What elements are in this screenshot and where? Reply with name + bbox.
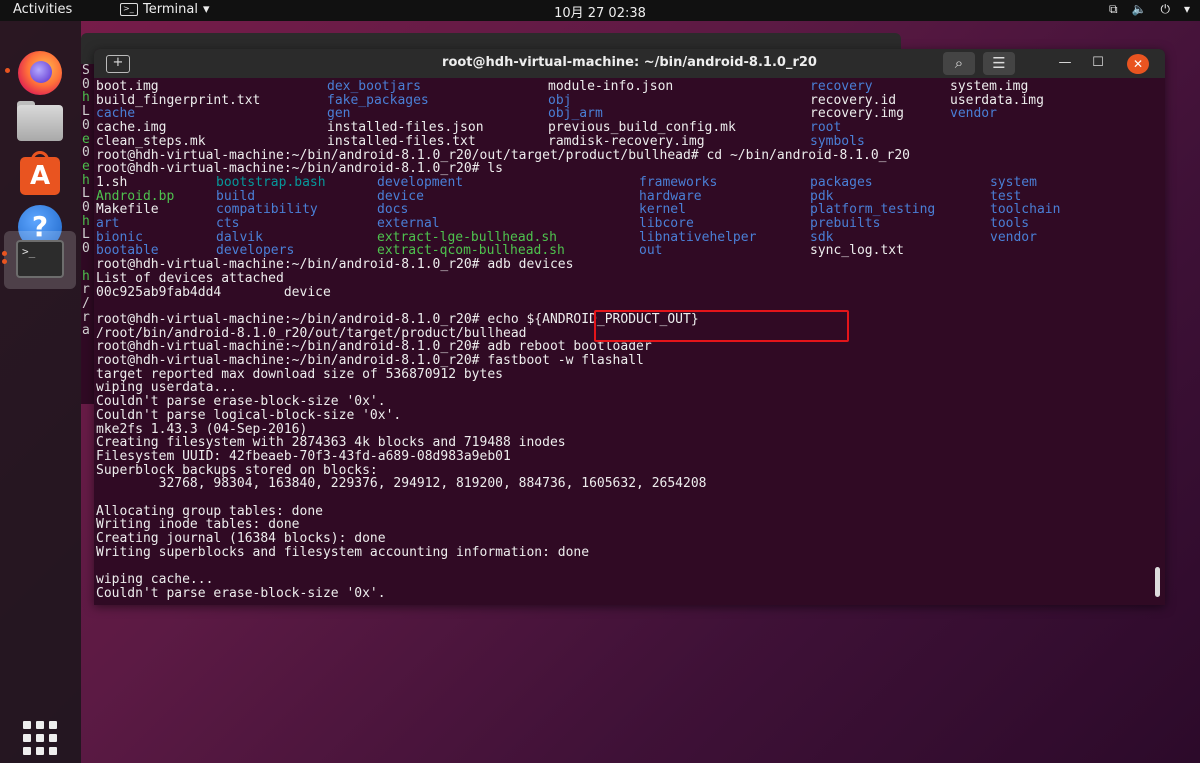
- file-entry: tools: [990, 216, 1030, 231]
- clock[interactable]: 10月 27 02:38: [554, 6, 646, 21]
- terminal-icon[interactable]: >_: [2, 231, 76, 289]
- terminal-line: Couldn't parse erase-block-size '0x'.: [96, 585, 386, 601]
- file-entry: recovery: [810, 79, 873, 94]
- terminal-line: 00c925ab9fab4dd4 device: [96, 284, 331, 300]
- close-button[interactable]: ✕: [1127, 54, 1149, 74]
- dock: A ? >_: [0, 21, 81, 763]
- file-entry: system.img: [950, 79, 1029, 94]
- file-entry: module-info.json: [548, 79, 674, 94]
- file-entry: libcore: [639, 216, 694, 231]
- file-entry: vendor: [950, 106, 997, 122]
- ubuntu-software-icon[interactable]: A: [14, 149, 66, 201]
- terminal-output[interactable]: boot.img dex_bootjars module-info.json reco…: [94, 80, 1152, 605]
- file-entry: clean_steps.mk: [96, 133, 206, 149]
- file-entry: symbols: [810, 133, 865, 149]
- file-entry: frameworks: [639, 174, 718, 190]
- terminal-line: Filesystem UUID: 42fbeaeb-70f3-43fd-a689…: [96, 448, 511, 464]
- terminal-line: 32768, 98304, 163840, 229376, 294912, 81…: [96, 476, 707, 492]
- network-icon: ⧉: [1108, 2, 1118, 16]
- file-entry: bootstrap.bash: [216, 174, 326, 190]
- file-entry: installed-files.json: [327, 120, 484, 136]
- file-entry: vendor: [990, 229, 1037, 245]
- file-entry: 1.sh: [96, 174, 128, 190]
- file-entry: art: [96, 216, 120, 231]
- terminal-window[interactable]: + root@hdh-virtual-machine: ~/bin/androi…: [94, 49, 1165, 605]
- file-entry: ramdisk-recovery.img: [548, 133, 705, 149]
- chevron-down-icon: ▾: [202, 2, 210, 17]
- file-entry: previous_build_config.mk: [548, 120, 736, 136]
- terminal-line: List of devices attached: [96, 270, 284, 286]
- terminal-line: root@hdh-virtual-machine:~/bin/android-8…: [96, 353, 644, 368]
- terminal-line: root@hdh-virtual-machine:~/bin/android-8…: [96, 257, 574, 273]
- title-bar[interactable]: + root@hdh-virtual-machine: ~/bin/androi…: [94, 49, 1165, 78]
- file-entry: sync_log.txt: [810, 243, 904, 259]
- volume-icon: 🔈: [1131, 2, 1147, 16]
- file-entry: out: [639, 243, 663, 259]
- running-indicator: [2, 251, 7, 256]
- chevron-down-icon: ▾: [1183, 2, 1190, 16]
- show-applications-icon[interactable]: [23, 721, 57, 755]
- terminal-line: Couldn't parse logical-block-size '0x'.: [96, 407, 402, 423]
- terminal-line: Couldn't parse erase-block-size '0x'.: [96, 394, 386, 410]
- file-entry: packages: [810, 174, 873, 190]
- terminal-line: Creating journal (16384 blocks): done: [96, 531, 386, 547]
- app-menu-label: Terminal: [143, 2, 198, 17]
- file-entry: system: [990, 174, 1037, 190]
- file-entry: boot.img: [96, 79, 159, 94]
- file-entry: development: [377, 174, 464, 190]
- minimize-button[interactable]: —: [1054, 53, 1076, 75]
- menu-button[interactable]: ☰: [983, 52, 1015, 75]
- power-icon: ⏻: [1160, 2, 1170, 16]
- terminal-line: Writing superblocks and filesystem accou…: [96, 544, 590, 560]
- hamburger-icon: ☰: [992, 54, 1006, 72]
- search-icon: ⌕: [954, 54, 964, 72]
- running-indicator: [5, 68, 10, 73]
- files-icon[interactable]: [14, 97, 66, 149]
- search-button[interactable]: ⌕: [943, 52, 975, 75]
- scrollbar[interactable]: [1155, 567, 1160, 597]
- file-entry: root: [810, 120, 842, 136]
- app-menu-terminal[interactable]: >_ Terminal ▾: [120, 2, 209, 17]
- file-entry: dex_bootjars: [327, 79, 421, 94]
- file-entry: cts: [216, 216, 240, 231]
- top-bar: Activities >_ Terminal ▾ 10月 27 02:38 ⧉ …: [0, 0, 1200, 21]
- file-entry: cache.img: [96, 120, 167, 136]
- terminal-icon: >_: [120, 3, 138, 16]
- file-entry: prebuilts: [810, 216, 881, 231]
- file-entry: external: [377, 216, 440, 231]
- firefox-icon[interactable]: [5, 47, 66, 99]
- maximize-button[interactable]: ☐: [1087, 53, 1109, 75]
- system-tray[interactable]: ⧉ 🔈 ⏻ ▾: [1109, 2, 1190, 17]
- activities-button[interactable]: Activities: [13, 2, 72, 17]
- highlight-annotation-box: [594, 310, 849, 342]
- file-entry: installed-files.txt: [327, 133, 476, 149]
